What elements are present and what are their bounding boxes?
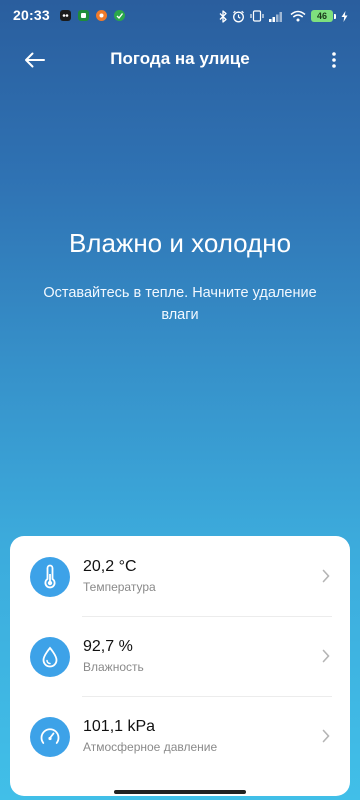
app-bar: Погода на улице: [0, 40, 360, 80]
alarm-icon: [233, 10, 244, 22]
screen: 20:33 46 Погода на улице Влажно и холодн…: [0, 0, 360, 800]
weather-advice: Оставайтесь в тепле. Начните удаление вл…: [43, 285, 317, 323]
gauge-icon: [30, 717, 70, 757]
weather-headline: Влажно и холодно: [68, 228, 292, 258]
vibrate-icon: [250, 10, 264, 22]
droplet-icon: [30, 637, 70, 677]
battery-icon: 46: [311, 10, 333, 22]
humidity-value: 92,7 %: [83, 638, 133, 655]
pressure-label: Атмосферное давление: [83, 740, 218, 754]
pressure-row[interactable]: 101,1 kPa Атмосферное давление: [10, 696, 350, 776]
humidity-label: Влажность: [83, 660, 144, 674]
humidity-row[interactable]: 92,7 % Влажность: [10, 616, 350, 696]
battery-tip: [334, 13, 336, 19]
page-title: Погода на улице: [110, 49, 250, 68]
app-icon-3: [96, 10, 107, 21]
more-options-button[interactable]: [322, 46, 346, 74]
home-indicator[interactable]: [114, 790, 246, 794]
status-time: 20:33: [13, 7, 50, 23]
temperature-label: Температура: [83, 580, 156, 594]
chevron-right-icon: [322, 729, 330, 743]
thermometer-icon: [30, 557, 70, 597]
chevron-right-icon: [322, 649, 330, 663]
metrics-card: 20,2 °C Температура 92,7 % Влажность 101…: [10, 536, 350, 796]
app-icon-2: [78, 10, 89, 21]
bluetooth-icon: [219, 9, 227, 23]
system-icons: 46: [219, 8, 348, 24]
chevron-right-icon: [322, 569, 330, 583]
app-icon-1: [60, 10, 71, 21]
signal-icon: [269, 12, 282, 22]
pressure-value: 101,1 kPa: [83, 718, 156, 735]
charging-icon: [341, 10, 348, 22]
app-icon-4: [114, 10, 125, 21]
temperature-row[interactable]: 20,2 °C Температура: [10, 536, 350, 616]
more-vertical-icon: [332, 52, 336, 68]
temperature-value: 20,2 °C: [83, 558, 137, 575]
wifi-icon: [290, 10, 306, 22]
status-bar: 20:33 46: [0, 0, 360, 32]
